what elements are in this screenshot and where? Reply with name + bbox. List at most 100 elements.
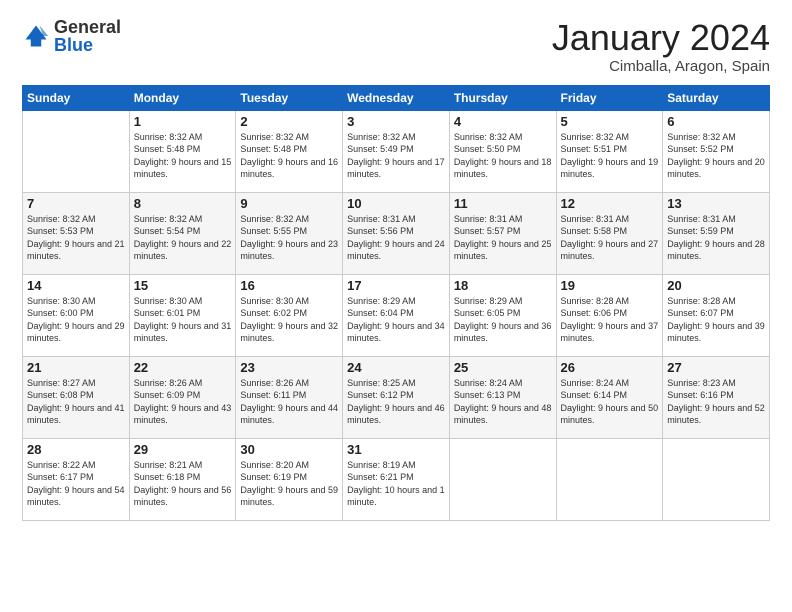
day-number: 4 xyxy=(454,114,552,129)
col-friday: Friday xyxy=(556,85,663,110)
table-row xyxy=(663,438,770,520)
day-info: Sunrise: 8:32 AMSunset: 5:51 PMDaylight:… xyxy=(561,131,659,181)
day-number: 30 xyxy=(240,442,338,457)
day-number: 9 xyxy=(240,196,338,211)
day-number: 6 xyxy=(667,114,765,129)
day-number: 26 xyxy=(561,360,659,375)
table-row: 30 Sunrise: 8:20 AMSunset: 6:19 PMDaylig… xyxy=(236,438,343,520)
table-row: 6 Sunrise: 8:32 AMSunset: 5:52 PMDayligh… xyxy=(663,110,770,192)
table-row: 28 Sunrise: 8:22 AMSunset: 6:17 PMDaylig… xyxy=(23,438,130,520)
day-number: 5 xyxy=(561,114,659,129)
table-row: 15 Sunrise: 8:30 AMSunset: 6:01 PMDaylig… xyxy=(129,274,236,356)
day-info: Sunrise: 8:29 AMSunset: 6:04 PMDaylight:… xyxy=(347,295,445,345)
day-info: Sunrise: 8:32 AMSunset: 5:48 PMDaylight:… xyxy=(240,131,338,181)
table-row: 16 Sunrise: 8:30 AMSunset: 6:02 PMDaylig… xyxy=(236,274,343,356)
table-row: 31 Sunrise: 8:19 AMSunset: 6:21 PMDaylig… xyxy=(343,438,450,520)
table-row xyxy=(23,110,130,192)
calendar-week-row: 7 Sunrise: 8:32 AMSunset: 5:53 PMDayligh… xyxy=(23,192,770,274)
table-row xyxy=(556,438,663,520)
table-row: 9 Sunrise: 8:32 AMSunset: 5:55 PMDayligh… xyxy=(236,192,343,274)
table-row: 21 Sunrise: 8:27 AMSunset: 6:08 PMDaylig… xyxy=(23,356,130,438)
day-info: Sunrise: 8:22 AMSunset: 6:17 PMDaylight:… xyxy=(27,459,125,509)
table-row: 12 Sunrise: 8:31 AMSunset: 5:58 PMDaylig… xyxy=(556,192,663,274)
col-saturday: Saturday xyxy=(663,85,770,110)
day-number: 17 xyxy=(347,278,445,293)
month-title: January 2024 xyxy=(552,18,770,58)
calendar-week-row: 28 Sunrise: 8:22 AMSunset: 6:17 PMDaylig… xyxy=(23,438,770,520)
calendar-week-row: 14 Sunrise: 8:30 AMSunset: 6:00 PMDaylig… xyxy=(23,274,770,356)
day-number: 19 xyxy=(561,278,659,293)
logo-blue: Blue xyxy=(54,36,121,54)
day-info: Sunrise: 8:31 AMSunset: 5:57 PMDaylight:… xyxy=(454,213,552,263)
day-info: Sunrise: 8:24 AMSunset: 6:13 PMDaylight:… xyxy=(454,377,552,427)
table-row: 1 Sunrise: 8:32 AMSunset: 5:48 PMDayligh… xyxy=(129,110,236,192)
day-number: 16 xyxy=(240,278,338,293)
day-info: Sunrise: 8:26 AMSunset: 6:09 PMDaylight:… xyxy=(134,377,232,427)
day-info: Sunrise: 8:23 AMSunset: 6:16 PMDaylight:… xyxy=(667,377,765,427)
day-info: Sunrise: 8:32 AMSunset: 5:48 PMDaylight:… xyxy=(134,131,232,181)
day-info: Sunrise: 8:31 AMSunset: 5:56 PMDaylight:… xyxy=(347,213,445,263)
day-info: Sunrise: 8:32 AMSunset: 5:50 PMDaylight:… xyxy=(454,131,552,181)
table-row: 18 Sunrise: 8:29 AMSunset: 6:05 PMDaylig… xyxy=(449,274,556,356)
col-sunday: Sunday xyxy=(23,85,130,110)
table-row: 17 Sunrise: 8:29 AMSunset: 6:04 PMDaylig… xyxy=(343,274,450,356)
day-info: Sunrise: 8:21 AMSunset: 6:18 PMDaylight:… xyxy=(134,459,232,509)
calendar-week-row: 1 Sunrise: 8:32 AMSunset: 5:48 PMDayligh… xyxy=(23,110,770,192)
day-info: Sunrise: 8:32 AMSunset: 5:52 PMDaylight:… xyxy=(667,131,765,181)
table-row: 23 Sunrise: 8:26 AMSunset: 6:11 PMDaylig… xyxy=(236,356,343,438)
day-info: Sunrise: 8:30 AMSunset: 6:00 PMDaylight:… xyxy=(27,295,125,345)
table-row: 20 Sunrise: 8:28 AMSunset: 6:07 PMDaylig… xyxy=(663,274,770,356)
table-row: 24 Sunrise: 8:25 AMSunset: 6:12 PMDaylig… xyxy=(343,356,450,438)
day-info: Sunrise: 8:19 AMSunset: 6:21 PMDaylight:… xyxy=(347,459,445,509)
table-row: 13 Sunrise: 8:31 AMSunset: 5:59 PMDaylig… xyxy=(663,192,770,274)
day-number: 28 xyxy=(27,442,125,457)
calendar-week-row: 21 Sunrise: 8:27 AMSunset: 6:08 PMDaylig… xyxy=(23,356,770,438)
table-row: 3 Sunrise: 8:32 AMSunset: 5:49 PMDayligh… xyxy=(343,110,450,192)
day-number: 14 xyxy=(27,278,125,293)
day-info: Sunrise: 8:30 AMSunset: 6:01 PMDaylight:… xyxy=(134,295,232,345)
day-info: Sunrise: 8:25 AMSunset: 6:12 PMDaylight:… xyxy=(347,377,445,427)
day-info: Sunrise: 8:32 AMSunset: 5:55 PMDaylight:… xyxy=(240,213,338,263)
table-row: 11 Sunrise: 8:31 AMSunset: 5:57 PMDaylig… xyxy=(449,192,556,274)
logo-general: General xyxy=(54,18,121,36)
day-number: 12 xyxy=(561,196,659,211)
table-row: 8 Sunrise: 8:32 AMSunset: 5:54 PMDayligh… xyxy=(129,192,236,274)
day-info: Sunrise: 8:30 AMSunset: 6:02 PMDaylight:… xyxy=(240,295,338,345)
table-row: 10 Sunrise: 8:31 AMSunset: 5:56 PMDaylig… xyxy=(343,192,450,274)
day-number: 15 xyxy=(134,278,232,293)
day-number: 1 xyxy=(134,114,232,129)
logo-icon xyxy=(22,22,50,50)
day-number: 7 xyxy=(27,196,125,211)
table-row: 5 Sunrise: 8:32 AMSunset: 5:51 PMDayligh… xyxy=(556,110,663,192)
table-row: 29 Sunrise: 8:21 AMSunset: 6:18 PMDaylig… xyxy=(129,438,236,520)
day-info: Sunrise: 8:31 AMSunset: 5:58 PMDaylight:… xyxy=(561,213,659,263)
header-row: Sunday Monday Tuesday Wednesday Thursday… xyxy=(23,85,770,110)
day-number: 2 xyxy=(240,114,338,129)
day-info: Sunrise: 8:28 AMSunset: 6:06 PMDaylight:… xyxy=(561,295,659,345)
logo: General Blue xyxy=(22,18,121,54)
day-number: 18 xyxy=(454,278,552,293)
day-number: 20 xyxy=(667,278,765,293)
day-number: 22 xyxy=(134,360,232,375)
table-row: 27 Sunrise: 8:23 AMSunset: 6:16 PMDaylig… xyxy=(663,356,770,438)
day-info: Sunrise: 8:32 AMSunset: 5:54 PMDaylight:… xyxy=(134,213,232,263)
day-number: 3 xyxy=(347,114,445,129)
calendar-page: General Blue January 2024 Cimballa, Arag… xyxy=(0,0,792,612)
table-row: 14 Sunrise: 8:30 AMSunset: 6:00 PMDaylig… xyxy=(23,274,130,356)
calendar-table: Sunday Monday Tuesday Wednesday Thursday… xyxy=(22,85,770,521)
col-wednesday: Wednesday xyxy=(343,85,450,110)
day-info: Sunrise: 8:32 AMSunset: 5:49 PMDaylight:… xyxy=(347,131,445,181)
day-number: 13 xyxy=(667,196,765,211)
table-row: 22 Sunrise: 8:26 AMSunset: 6:09 PMDaylig… xyxy=(129,356,236,438)
day-number: 10 xyxy=(347,196,445,211)
day-number: 29 xyxy=(134,442,232,457)
table-row: 4 Sunrise: 8:32 AMSunset: 5:50 PMDayligh… xyxy=(449,110,556,192)
day-info: Sunrise: 8:24 AMSunset: 6:14 PMDaylight:… xyxy=(561,377,659,427)
logo-text: General Blue xyxy=(54,18,121,54)
table-row: 7 Sunrise: 8:32 AMSunset: 5:53 PMDayligh… xyxy=(23,192,130,274)
day-info: Sunrise: 8:28 AMSunset: 6:07 PMDaylight:… xyxy=(667,295,765,345)
col-monday: Monday xyxy=(129,85,236,110)
day-number: 11 xyxy=(454,196,552,211)
col-thursday: Thursday xyxy=(449,85,556,110)
day-number: 31 xyxy=(347,442,445,457)
